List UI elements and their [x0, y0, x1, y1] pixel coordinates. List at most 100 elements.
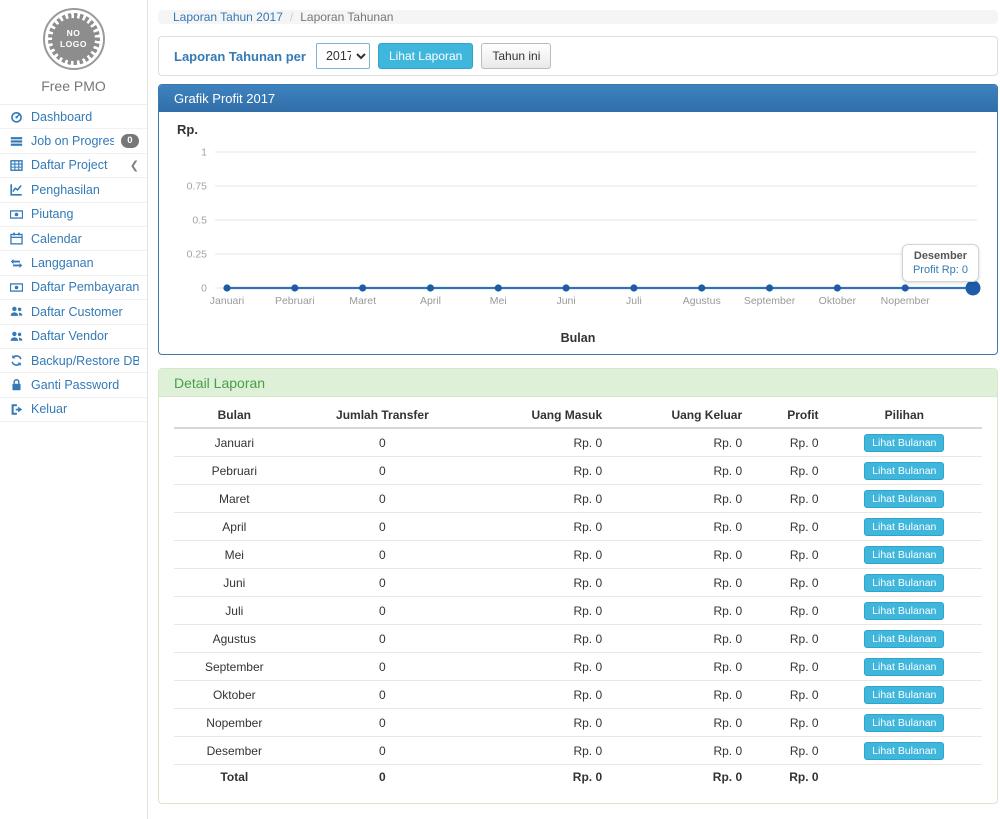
sidebar-item-daftar-project[interactable]: Daftar Project❮ [0, 154, 147, 178]
cell-uang-keluar: Rp. 0 [610, 541, 750, 569]
sidebar-item-job-on-progress[interactable]: Job on Progress0 [0, 129, 147, 153]
sidebar-item-label: Keluar [31, 402, 139, 416]
cell-total-keluar: Rp. 0 [610, 765, 750, 789]
view-monthly-button[interactable]: Lihat Bulanan [864, 630, 944, 648]
column-header-profit: Profit [750, 403, 826, 428]
table-row-desember: Desember0Rp. 0Rp. 0Rp. 0Lihat Bulanan [174, 737, 982, 765]
svg-text:Maret: Maret [349, 295, 376, 307]
svg-text:Juli: Juli [626, 295, 642, 307]
sidebar-item-label: Penghasilan [31, 183, 139, 197]
cell-pilihan: Lihat Bulanan [827, 625, 982, 653]
svg-text:Juni: Juni [556, 295, 575, 307]
sidebar-menu: DashboardJob on Progress0Daftar Project❮… [0, 104, 147, 422]
view-monthly-button[interactable]: Lihat Bulanan [864, 686, 944, 704]
sidebar-item-backup-restore-db[interactable]: Backup/Restore DB [0, 349, 147, 373]
sidebar-item-keluar[interactable]: Keluar [0, 398, 147, 422]
cell-jumlah-transfer: 0 [295, 457, 471, 485]
sidebar-item-label: Backup/Restore DB [31, 354, 139, 368]
sidebar-item-label: Daftar Pembayaran [31, 280, 139, 294]
this-year-button[interactable]: Tahun ini [481, 43, 551, 69]
view-monthly-button[interactable]: Lihat Bulanan [864, 602, 944, 620]
cell-uang-keluar: Rp. 0 [610, 428, 750, 457]
cell-profit: Rp. 0 [750, 653, 826, 681]
cell-uang-keluar: Rp. 0 [610, 737, 750, 765]
sidebar-item-ganti-password[interactable]: Ganti Password [0, 373, 147, 397]
sidebar-item-calendar[interactable]: Calendar [0, 227, 147, 251]
cell-jumlah-transfer: 0 [295, 513, 471, 541]
svg-text:Mei: Mei [490, 295, 507, 307]
cell-bulan: Mei [174, 541, 295, 569]
chart-body: Rp. 00.250.50.751JanuariPebruariMaretApr… [159, 112, 997, 354]
tasks-icon [9, 135, 24, 148]
cell-uang-keluar: Rp. 0 [610, 653, 750, 681]
sidebar-item-piutang[interactable]: Piutang [0, 203, 147, 227]
svg-text:0.5: 0.5 [192, 215, 207, 227]
cell-jumlah-transfer: 0 [295, 681, 471, 709]
logo-text-line2: LOGO [60, 39, 87, 50]
view-monthly-button[interactable]: Lihat Bulanan [864, 490, 944, 508]
cell-total-label: Total [174, 765, 295, 789]
view-monthly-button[interactable]: Lihat Bulanan [864, 742, 944, 760]
view-monthly-button[interactable]: Lihat Bulanan [864, 434, 944, 452]
view-monthly-button[interactable]: Lihat Bulanan [864, 546, 944, 564]
money-icon [9, 281, 24, 294]
breadcrumb-link[interactable]: Laporan Tahun 2017 [173, 10, 283, 24]
column-header-bulan: Bulan [174, 403, 295, 428]
cell-profit: Rp. 0 [750, 709, 826, 737]
cell-uang-masuk: Rp. 0 [470, 569, 610, 597]
cell-bulan: Januari [174, 428, 295, 457]
users-icon [9, 330, 24, 343]
view-monthly-button[interactable]: Lihat Bulanan [864, 658, 944, 676]
app-window: NO LOGO Free PMO DashboardJob on Progres… [0, 0, 1000, 819]
cell-pilihan: Lihat Bulanan [827, 428, 982, 457]
cell-pilihan: Lihat Bulanan [827, 709, 982, 737]
view-monthly-button[interactable]: Lihat Bulanan [864, 714, 944, 732]
cell-jumlah-transfer: 0 [295, 485, 471, 513]
sidebar-item-daftar-pembayaran[interactable]: Daftar Pembayaran [0, 276, 147, 300]
report-table: BulanJumlah TransferUang MasukUang Kelua… [174, 403, 982, 789]
sidebar-item-langganan[interactable]: Langganan [0, 251, 147, 275]
cell-pilihan: Lihat Bulanan [827, 653, 982, 681]
view-report-button[interactable]: Lihat Laporan [378, 43, 473, 69]
sidebar-item-dashboard[interactable]: Dashboard [0, 105, 147, 129]
cell-pilihan: Lihat Bulanan [827, 681, 982, 709]
table-row-september: September0Rp. 0Rp. 0Rp. 0Lihat Bulanan [174, 653, 982, 681]
column-header-jumlah-transfer: Jumlah Transfer [295, 403, 471, 428]
cell-uang-keluar: Rp. 0 [610, 709, 750, 737]
svg-text:0.75: 0.75 [187, 181, 208, 193]
cell-pilihan: Lihat Bulanan [827, 485, 982, 513]
cell-uang-keluar: Rp. 0 [610, 457, 750, 485]
view-monthly-button[interactable]: Lihat Bulanan [864, 518, 944, 536]
column-header-uang-masuk: Uang Masuk [470, 403, 610, 428]
sidebar-item-label: Calendar [31, 232, 139, 246]
count-badge: 0 [121, 134, 139, 147]
sidebar-item-daftar-vendor[interactable]: Daftar Vendor [0, 325, 147, 349]
breadcrumb-separator: / [290, 10, 293, 24]
svg-text:Oktober: Oktober [819, 295, 857, 307]
line-chart-icon [9, 183, 24, 196]
svg-text:0.25: 0.25 [187, 249, 208, 261]
cell-profit: Rp. 0 [750, 625, 826, 653]
sidebar-item-daftar-customer[interactable]: Daftar Customer [0, 300, 147, 324]
breadcrumb-current: Laporan Tahunan [300, 10, 393, 24]
filter-label: Laporan Tahunan per [174, 49, 306, 64]
table-row-mei: Mei0Rp. 0Rp. 0Rp. 0Lihat Bulanan [174, 541, 982, 569]
cell-pilihan: Lihat Bulanan [827, 569, 982, 597]
cell-total-profit: Rp. 0 [750, 765, 826, 789]
retweet-icon [9, 257, 24, 270]
cell-uang-masuk: Rp. 0 [470, 457, 610, 485]
year-select[interactable]: 2017 [316, 43, 370, 69]
dashboard-icon [9, 110, 24, 123]
app-logo: NO LOGO [43, 8, 105, 70]
cell-bulan: Nopember [174, 709, 295, 737]
view-monthly-button[interactable]: Lihat Bulanan [864, 462, 944, 480]
view-monthly-button[interactable]: Lihat Bulanan [864, 574, 944, 592]
sidebar: NO LOGO Free PMO DashboardJob on Progres… [0, 0, 148, 819]
cell-profit: Rp. 0 [750, 485, 826, 513]
sidebar-item-penghasilan[interactable]: Penghasilan [0, 178, 147, 202]
cell-jumlah-transfer: 0 [295, 653, 471, 681]
detail-report-panel: Detail Laporan BulanJumlah TransferUang … [158, 368, 998, 804]
users-icon [9, 305, 24, 318]
svg-text:September: September [744, 295, 796, 307]
cell-pilihan: Lihat Bulanan [827, 513, 982, 541]
